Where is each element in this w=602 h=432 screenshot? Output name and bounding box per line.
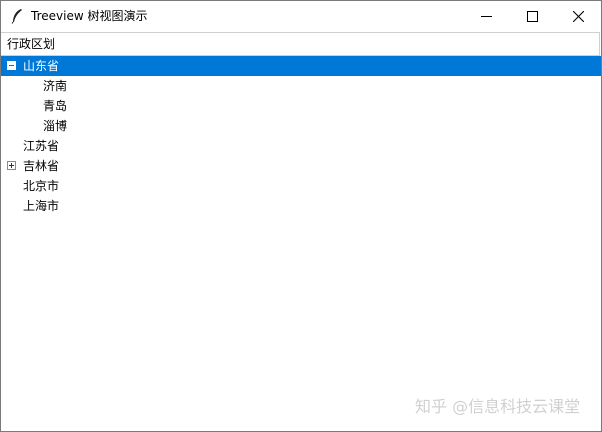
tree-node-jiangsu[interactable]: 江苏省 — [1, 136, 601, 156]
tree-node-beijing[interactable]: 北京市 — [1, 176, 601, 196]
tree-heading-label: 行政区划 — [7, 37, 56, 51]
tree-node-shanghai[interactable]: 上海市 — [1, 196, 601, 216]
maximize-button[interactable] — [509, 1, 555, 31]
tree-node-zibo[interactable]: 淄博 — [1, 116, 601, 136]
watermark-text: 知乎 @信息科技云课堂 — [415, 397, 581, 416]
window-title: Treeview 树视图演示 — [31, 9, 148, 23]
tree-node-label: 山东省 — [23, 59, 60, 73]
close-button[interactable] — [555, 1, 601, 31]
minimize-icon — [481, 16, 492, 17]
tree-node-label: 吉林省 — [23, 159, 60, 173]
tree-node-shandong[interactable]: 山东省 — [1, 56, 601, 76]
tree-node-label: 上海市 — [23, 199, 60, 213]
tree-node-jinan[interactable]: 济南 — [1, 76, 601, 96]
tree-node-label: 北京市 — [23, 179, 60, 193]
tree-node-qingdao[interactable]: 青岛 — [1, 96, 601, 116]
feather-icon — [11, 9, 22, 24]
tree-node-label: 江苏省 — [23, 139, 60, 153]
tree-node-label: 淄博 — [43, 119, 68, 133]
tree-node-jilin[interactable]: 吉林省 — [1, 156, 601, 176]
expand-icon[interactable] — [7, 161, 16, 170]
tree-node-label: 济南 — [43, 79, 68, 93]
tree-column-header[interactable]: 行政区划 — [1, 32, 600, 56]
treeview[interactable]: 行政区划 山东省 济南 青岛 淄博 江苏省 吉林省 北京市 上海市 — [1, 32, 601, 431]
collapse-icon[interactable] — [7, 61, 16, 70]
maximize-icon — [527, 11, 538, 22]
minimize-button[interactable] — [463, 1, 509, 31]
title-bar[interactable]: Treeview 树视图演示 — [1, 1, 601, 31]
close-icon — [573, 11, 584, 22]
app-window: Treeview 树视图演示 行政区划 山东省 济南 青岛 淄博 江苏省 吉林省… — [0, 0, 602, 432]
tree-node-label: 青岛 — [43, 99, 68, 113]
